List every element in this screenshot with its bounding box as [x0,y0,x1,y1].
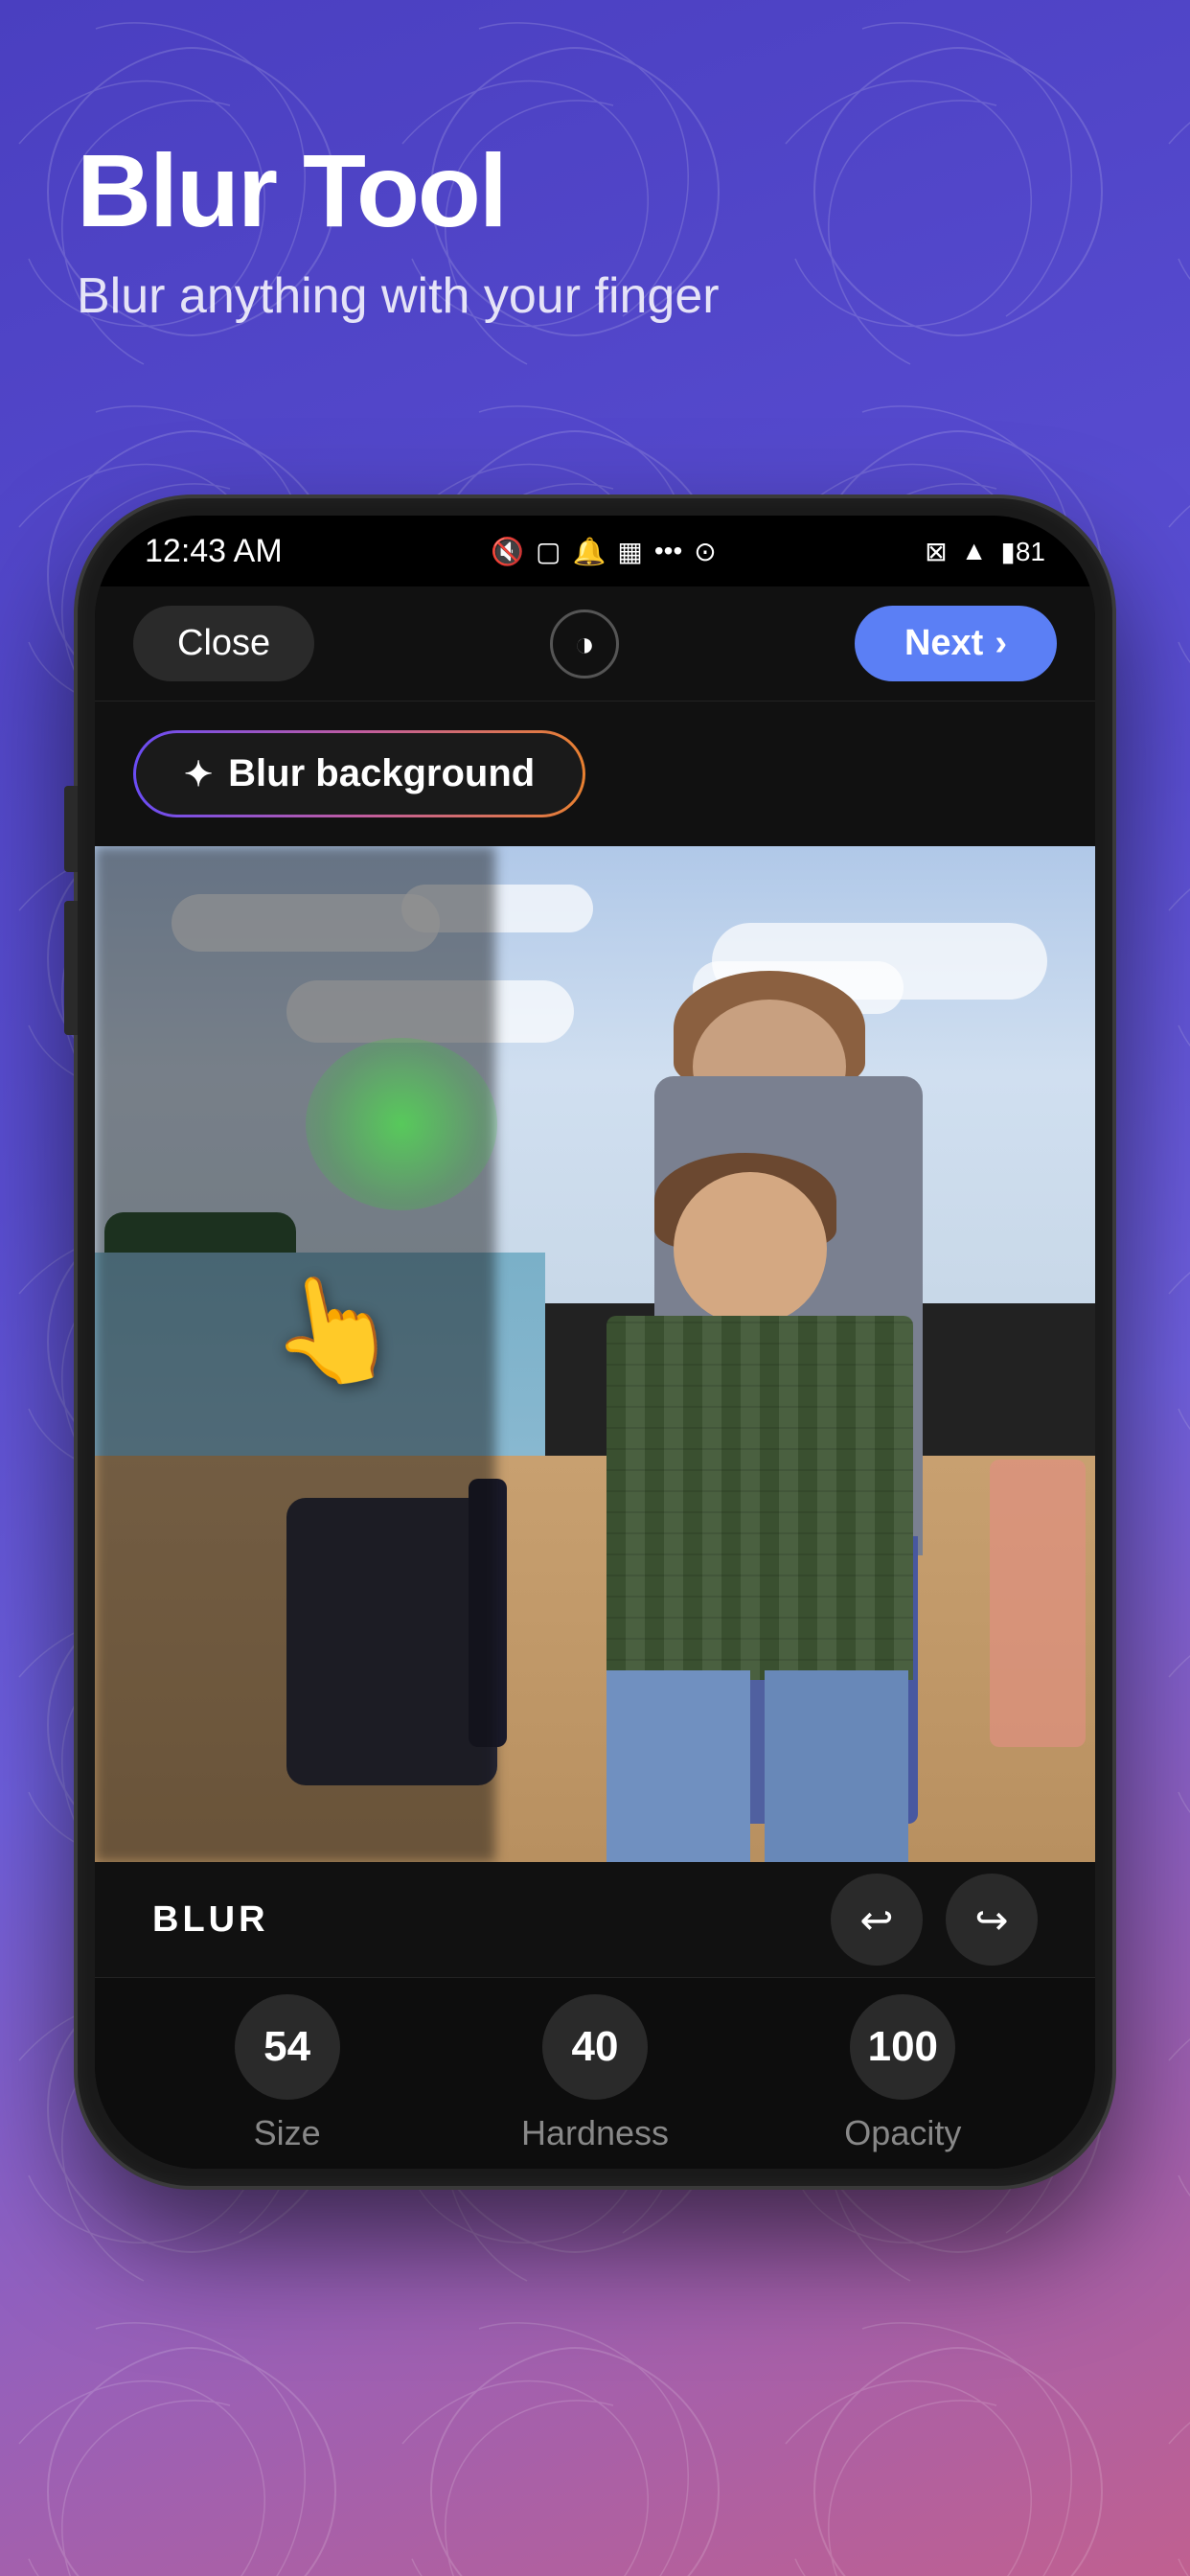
hardness-label: Hardness [521,2113,669,2153]
person2 [578,1143,1057,1862]
status-right-icons: ⊠ ▲ ▮81 [925,536,1045,567]
screen-icon: ▢ [536,536,561,567]
person2-shirt [606,1316,913,1680]
app-subtitle: Blur anything with your finger [77,267,1113,325]
hardness-control[interactable]: 40 Hardness [441,1994,748,2153]
notification-icon: 🔔 [573,536,606,567]
opacity-control[interactable]: 100 Opacity [749,1994,1057,2153]
power-button [64,786,78,872]
blur-background-button-inner: ✦ Blur background [136,733,583,815]
camera-icon: ⊙ [694,536,716,567]
person2-right-leg [765,1670,908,1862]
photo-canvas[interactable]: 👆 [95,846,1095,1862]
more-icon: ••• [654,536,682,566]
action-buttons-group: ↩ ↪ [831,1874,1038,1966]
person2-left-leg [606,1670,750,1862]
status-time: 12:43 AM [145,533,283,570]
undo-button[interactable]: ↩ [831,1874,923,1966]
phone-screen: 12:43 AM 🔇 ▢ 🔔 ▦ ••• ⊙ ⊠ ▲ ▮81 Close [95,516,1095,2169]
blur-mode-label: BLUR [152,1899,269,1941]
next-button[interactable]: Next › [855,606,1057,681]
person2-head [674,1172,827,1325]
size-value: 54 [235,1994,340,2100]
mute-icon: 🔇 [491,536,524,567]
volume-button [64,901,78,1035]
wifi-icon: ▲ [961,536,988,566]
controls-bar: 54 Size 40 Hardness 100 Opacity [95,1977,1095,2169]
sparkle-icon: ✦ [184,754,213,794]
size-control[interactable]: 54 Size [133,1994,441,2153]
phone-outer-shell: 12:43 AM 🔇 ▢ 🔔 ▦ ••• ⊙ ⊠ ▲ ▮81 Close [78,498,1112,2186]
sim-icon: ⊠ [925,536,947,567]
opacity-value: 100 [850,1994,955,2100]
blur-background-button-wrapper[interactable]: ✦ Blur background [133,730,585,817]
status-center-icons: 🔇 ▢ 🔔 ▦ ••• ⊙ [491,536,717,567]
next-label: Next [904,623,983,664]
opacity-label: Opacity [844,2113,961,2153]
close-button[interactable]: Close [133,606,314,681]
size-label: Size [254,2113,321,2153]
person3-partial [990,1460,1086,1747]
battery-icon: ▮81 [1000,536,1045,567]
blur-background-label: Blur background [228,752,535,795]
hardness-value: 40 [542,1994,648,2100]
hand-cursor-icon: 👆 [258,1257,408,1402]
status-bar: 12:43 AM 🔇 ▢ 🔔 ▦ ••• ⊙ ⊠ ▲ ▮81 [95,516,1095,586]
redo-button[interactable]: ↪ [946,1874,1038,1966]
blur-brush-glow [306,1038,497,1210]
app-title: Blur Tool [77,134,1113,248]
app-logo: ◑ [550,610,619,678]
calendar-icon: ▦ [617,536,642,567]
editor-toolbar: Close ◑ Next › [95,586,1095,702]
editor-mode-bar: BLUR ↩ ↪ [95,1862,1095,1977]
blur-bg-section: ✦ Blur background [95,702,1095,846]
phone-mockup: 12:43 AM 🔇 ▢ 🔔 ▦ ••• ⊙ ⊠ ▲ ▮81 Close [78,498,1112,2186]
header-section: Blur Tool Blur anything with your finger [77,134,1113,325]
next-arrow-icon: › [995,623,1007,664]
